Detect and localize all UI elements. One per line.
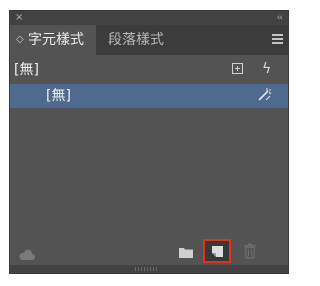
create-new-style-icon [212, 246, 223, 257]
lightning-bolt-icon[interactable]: ϟ [262, 60, 271, 78]
tab-label: 字元樣式 [28, 32, 84, 48]
panel-resize-handle[interactable] [10, 265, 288, 273]
close-icon[interactable]: × [15, 12, 23, 24]
character-styles-panel: × ‹‹ ◇ 字元樣式 段落樣式 [無] ϟ [無] [10, 11, 288, 273]
panel-footer [10, 237, 288, 265]
collapse-panel-icon[interactable]: ‹‹ [277, 12, 283, 24]
style-list-item[interactable]: [無] ϟ [10, 58, 288, 82]
chevron-updown-icon: ◇ [16, 34, 24, 45]
resize-grip[interactable] [135, 267, 159, 271]
create-new-style-button[interactable] [203, 239, 231, 263]
style-list-item-selected[interactable]: [無] [10, 84, 288, 108]
style-name: [無] [46, 88, 71, 104]
delete-trash-icon[interactable] [243, 243, 257, 259]
new-style-group-folder-icon[interactable] [178, 244, 194, 258]
add-style-override-icon[interactable] [232, 63, 243, 74]
clear-override-wand-icon[interactable] [256, 87, 272, 103]
panel-title-bar: × ‹‹ [10, 11, 288, 25]
tab-paragraph-styles[interactable]: 段落樣式 [108, 25, 164, 55]
panel-tab-bar: ◇ 字元樣式 段落樣式 [10, 25, 288, 55]
creative-cloud-library-icon[interactable] [18, 246, 36, 260]
tab-label: 段落樣式 [108, 32, 164, 48]
hamburger-menu-icon[interactable] [272, 34, 283, 44]
tab-character-styles[interactable]: ◇ 字元樣式 [10, 25, 96, 55]
style-list-empty-area [10, 110, 288, 238]
style-name: [無] [14, 62, 39, 78]
